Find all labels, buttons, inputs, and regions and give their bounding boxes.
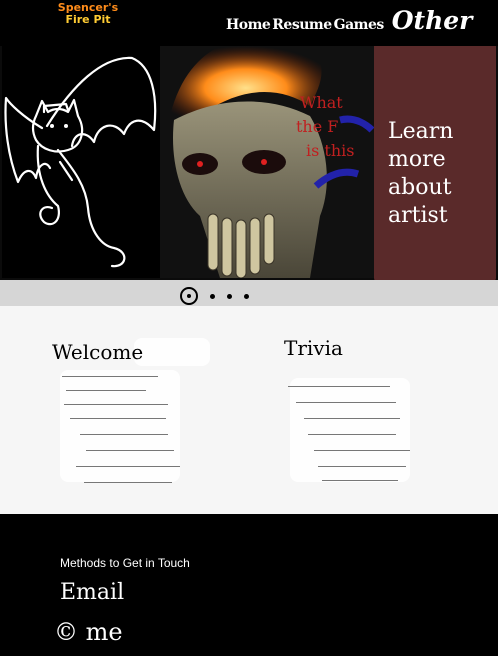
bat-cat-doodle	[2, 46, 160, 278]
carousel-bar	[0, 280, 498, 306]
smudge	[134, 338, 210, 366]
nav-games[interactable]: Games	[334, 17, 385, 33]
art-text-the-f: the F	[296, 117, 338, 136]
carousel-dot-4[interactable]	[244, 293, 249, 299]
top-bar: Spencer's Fire Pit Home Resume Games Oth…	[0, 0, 498, 46]
trivia-text-line	[308, 434, 396, 435]
welcome-text-line	[62, 376, 158, 377]
nav-home[interactable]: Home	[226, 17, 271, 33]
welcome-text-line	[86, 450, 174, 451]
footer: Methods to Get in Touch Email © me	[0, 514, 498, 656]
learn-more-label: Learn more about artist	[388, 119, 454, 228]
carousel-dots	[180, 284, 249, 308]
flaming-skull-image: What the F is this	[160, 46, 376, 278]
welcome-text-line	[76, 466, 180, 467]
carousel-dot-3[interactable]	[227, 293, 232, 299]
welcome-text-line	[84, 482, 172, 483]
email-link[interactable]: Email	[60, 580, 124, 605]
welcome-text-line	[70, 418, 166, 419]
carousel-dot-1-active[interactable]	[180, 287, 198, 305]
learn-more-about-artist-button[interactable]: Learn more about artist	[374, 46, 496, 282]
art-text-what: What	[300, 93, 343, 112]
trivia-text-line	[318, 466, 406, 467]
main-nav: Home Resume Games Other	[226, 6, 472, 36]
welcome-text-line	[66, 390, 146, 391]
welcome-text-line	[80, 434, 168, 435]
trivia-title: Trivia	[284, 336, 343, 360]
logo-line-2: Fire Pit	[65, 13, 111, 26]
trivia-text-line	[296, 402, 396, 403]
trivia-text-line	[314, 450, 410, 451]
skull-artwork: What the F is this	[160, 46, 376, 278]
trivia-text-line	[304, 418, 400, 419]
welcome-title: Welcome	[52, 340, 144, 364]
content-section: Welcome Trivia	[0, 306, 498, 514]
welcome-text-line	[64, 404, 168, 405]
carousel-dot-2[interactable]	[210, 293, 215, 299]
bat-cat-drawing	[4, 56, 157, 268]
trivia-text-line	[288, 386, 390, 387]
site-logo[interactable]: Spencer's Fire Pit	[56, 2, 120, 26]
nav-other[interactable]: Other	[392, 6, 473, 35]
nav-resume[interactable]: Resume	[272, 17, 332, 33]
art-text-is-this: is this	[306, 141, 354, 160]
contact-heading: Methods to Get in Touch	[60, 556, 190, 570]
copyright-text: © me	[54, 618, 123, 646]
trivia-text-line	[322, 480, 398, 481]
